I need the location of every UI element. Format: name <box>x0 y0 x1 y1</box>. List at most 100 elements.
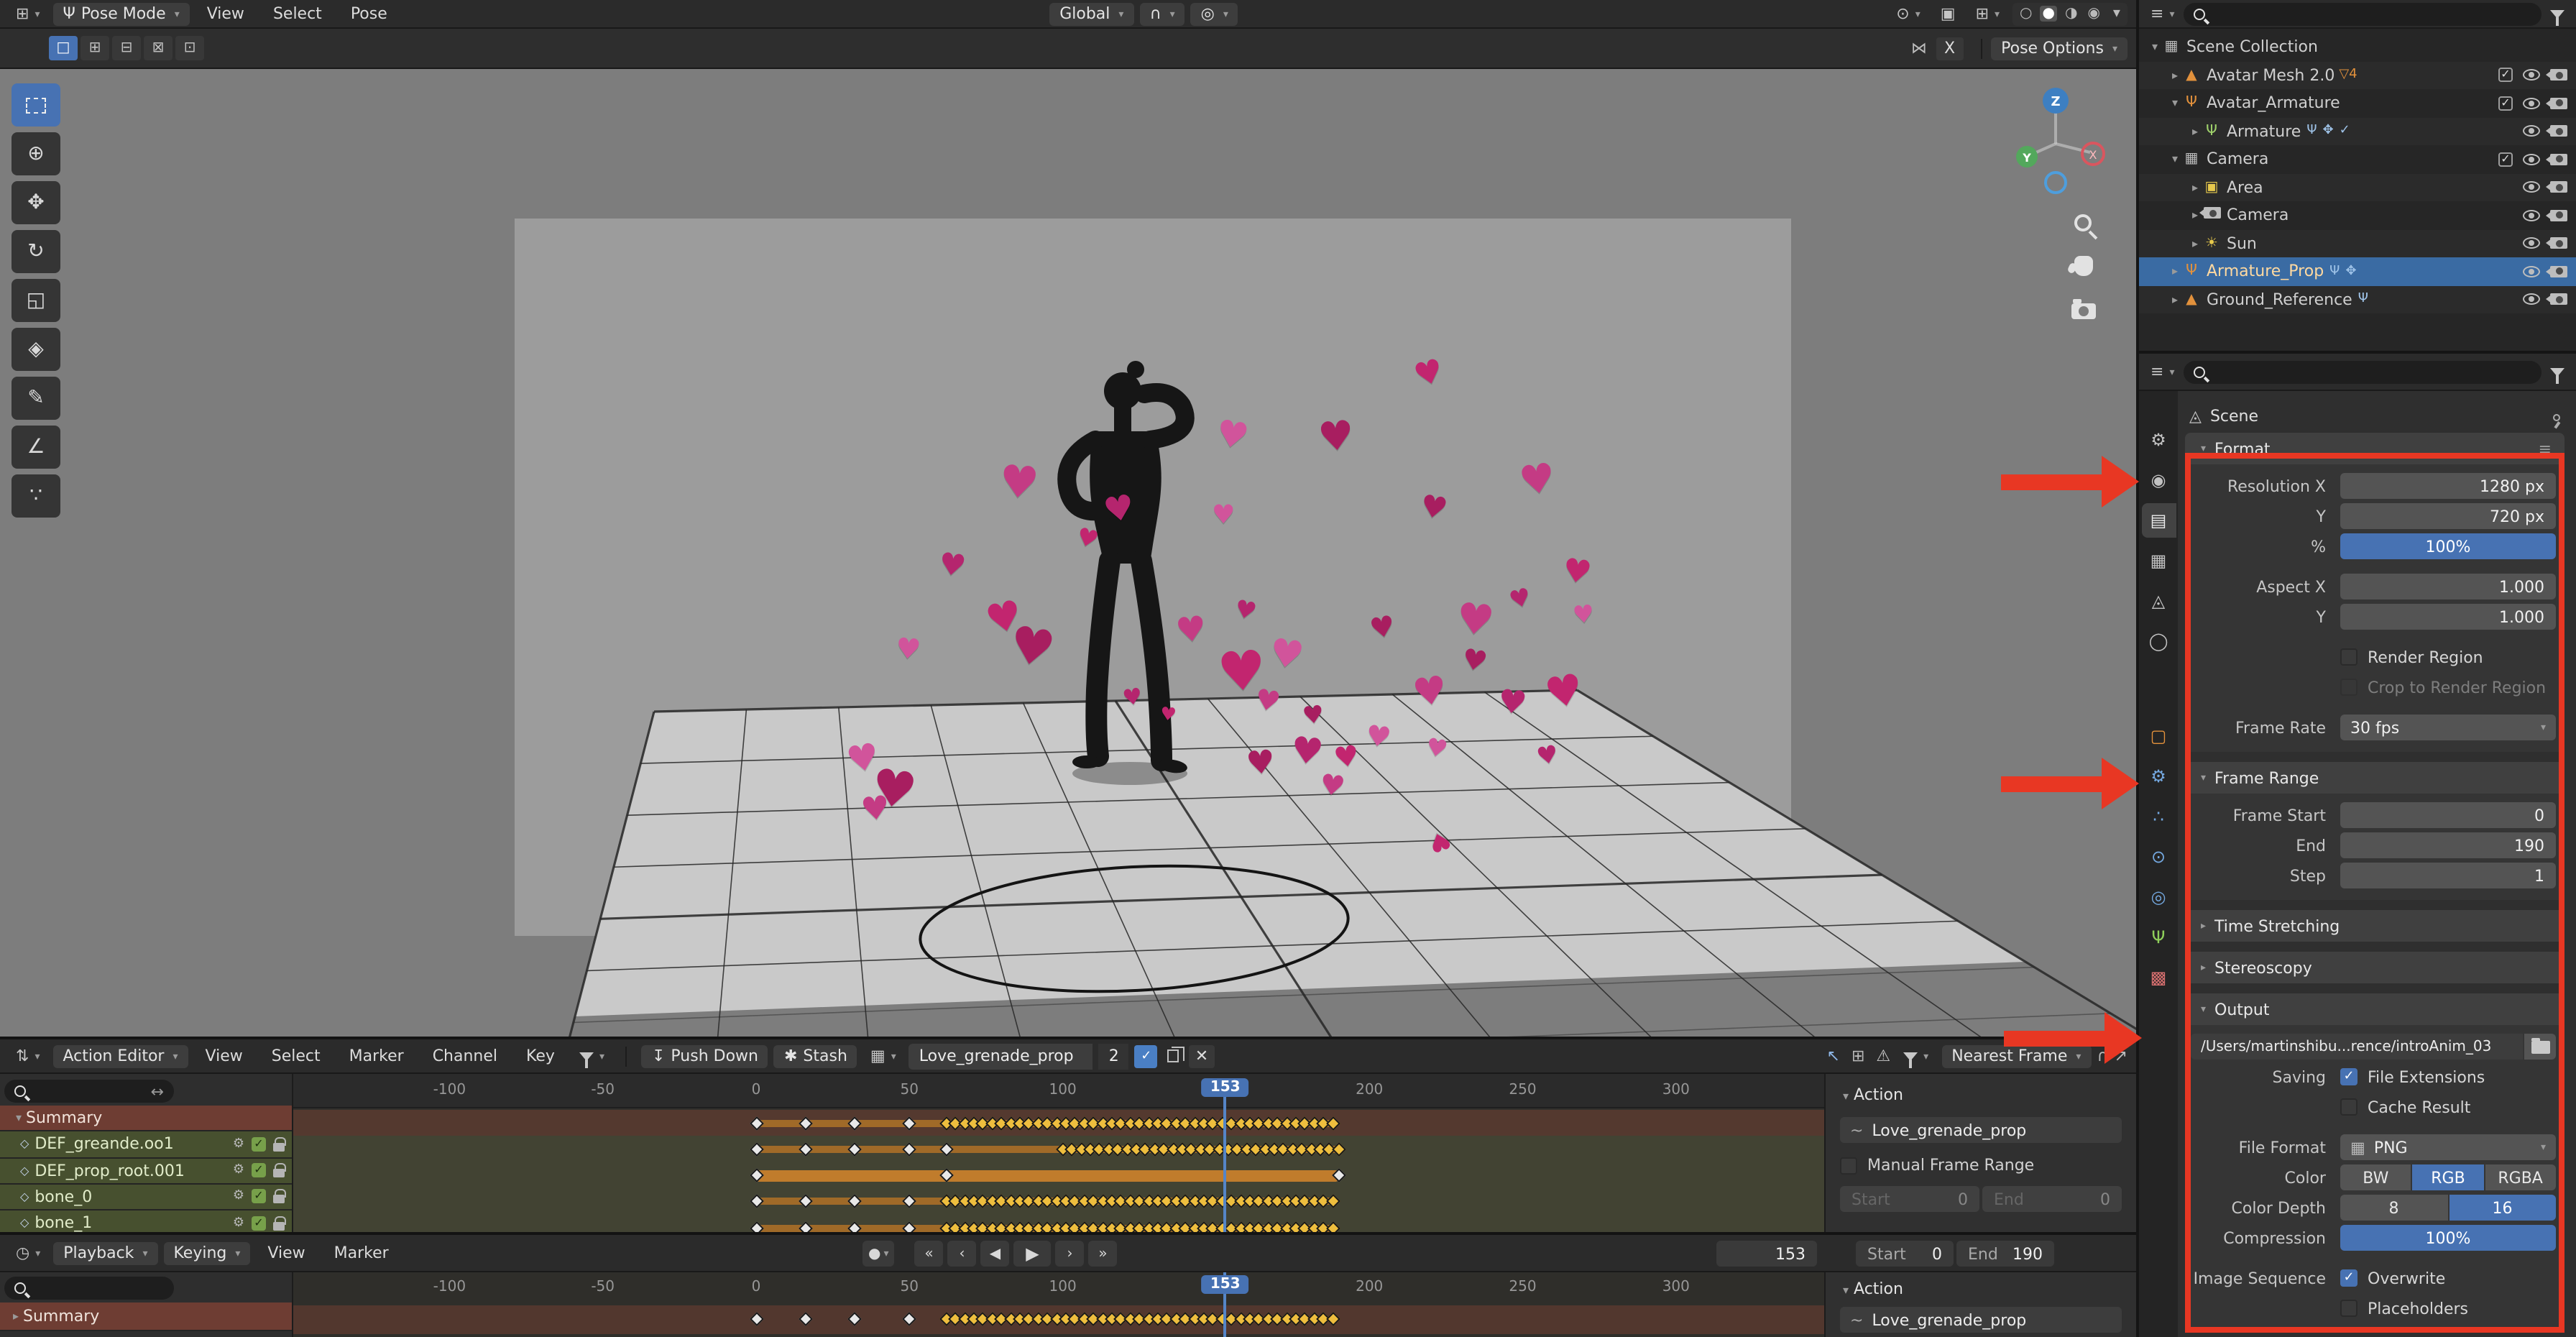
tool-scale[interactable]: ◱ <box>12 279 60 322</box>
action-name-field[interactable]: Love_grenade_prop <box>909 1043 1093 1069</box>
tool-cursor[interactable]: ⊕ <box>12 132 60 175</box>
playback-dropdown[interactable]: Playback▾ <box>53 1241 157 1264</box>
menu-pose[interactable]: Pose <box>339 4 399 23</box>
keyframe[interactable] <box>1332 1142 1346 1157</box>
channel-row-def-prop-root-001[interactable]: ◇DEF_prop_root.001⚙✓ <box>0 1158 292 1185</box>
tool-move[interactable]: ✥ <box>12 181 60 224</box>
outliner-editor-icon[interactable]: ≡▾ <box>2150 4 2174 23</box>
timeline-summary-channel[interactable]: ▸Summary <box>0 1302 292 1331</box>
keyframe[interactable] <box>1325 1312 1340 1326</box>
properties-tab-tool[interactable]: ⚙ <box>2141 423 2176 457</box>
ds-menu-view[interactable]: View <box>194 1047 254 1065</box>
action-panel-header[interactable]: ▾ Action <box>1840 1085 2122 1104</box>
keyframe[interactable] <box>749 1312 763 1326</box>
lock-icon[interactable] <box>273 1195 285 1204</box>
keyframe[interactable] <box>1325 1116 1340 1130</box>
disclosure-caret[interactable]: ▾ <box>2168 153 2182 166</box>
tl-menu-view[interactable]: View <box>256 1244 316 1262</box>
play-reverse-button[interactable]: ◀ <box>981 1241 1010 1267</box>
dopesheet-ruler[interactable]: -100-50050100200250300 <box>293 1074 1824 1108</box>
render-camera-icon[interactable] <box>2550 182 2567 193</box>
dopesheet-mode-dropdown[interactable]: Action Editor▾ <box>52 1044 188 1067</box>
properties-tab-data[interactable]: Ψ <box>2141 920 2176 955</box>
properties-tab-particles[interactable]: ∴ <box>2141 799 2176 834</box>
frame-end-field[interactable]: End190 <box>1956 1241 2054 1267</box>
tl-sidebar-action-field[interactable]: ~Love_grenade_prop <box>1840 1307 2122 1333</box>
outliner-row-armature-prop[interactable]: ▸ΨArmature_PropΨ✥ <box>2139 257 2576 285</box>
render-camera-icon[interactable] <box>2550 266 2567 277</box>
properties-tab-constraints[interactable]: ◎ <box>2141 880 2176 914</box>
keyframe[interactable] <box>749 1116 763 1130</box>
key-lane-def-prop-root-001[interactable] <box>293 1162 1824 1189</box>
pose-options-dropdown[interactable]: Pose Options▾ <box>1991 37 2128 60</box>
fake-user-shield-toggle[interactable]: ✓ <box>1135 1044 1158 1067</box>
hide-eye-icon[interactable] <box>2523 182 2540 193</box>
outliner-filter-icon[interactable] <box>2550 9 2564 18</box>
hide-eye-icon[interactable] <box>2523 154 2540 165</box>
current-frame-field[interactable]: 153 <box>1716 1241 1817 1267</box>
3d-viewport[interactable]: ♥♥♥♥♥♥♥♥♥♥♥♥♥♥♥♥♥♥♥♥♥♥♥♥♥♥♥♥♥♥♥♥♥♥♥♥♥♥♥♥… <box>0 69 2136 1037</box>
push-down-button[interactable]: ↧Push Down <box>642 1044 768 1067</box>
menu-view[interactable]: View <box>196 4 256 23</box>
lock-icon[interactable] <box>273 1143 285 1152</box>
properties-tab-view-layer[interactable]: ▦ <box>2141 543 2176 578</box>
shading-solid-icon[interactable]: ● <box>2040 6 2058 22</box>
disclosure-caret[interactable]: ▸ <box>2188 125 2202 138</box>
properties-tab-scene[interactable]: ◬ <box>2141 584 2176 618</box>
tool-rotate[interactable]: ↻ <box>12 230 60 273</box>
ds-menu-key[interactable]: Key <box>515 1047 566 1065</box>
tool-breakdowner[interactable]: ∵ <box>12 474 60 518</box>
keyframe[interactable] <box>798 1195 812 1209</box>
keyframe[interactable] <box>749 1221 763 1232</box>
tl-action-panel-header[interactable]: ▾ Action <box>1840 1279 2122 1298</box>
channel-enable-checkbox[interactable]: ✓ <box>252 1137 266 1152</box>
outliner-search-input[interactable] <box>2183 2 2542 25</box>
tool-transform[interactable]: ◈ <box>12 328 60 371</box>
outliner-row-avatar-armature[interactable]: ▾ΨAvatar_Armature✓ <box>2139 89 2576 117</box>
render-camera-icon[interactable] <box>2550 126 2567 137</box>
ds-warning-icon[interactable]: ⚠ <box>1876 1047 1890 1065</box>
shading-dropdown[interactable]: ▾ <box>2110 6 2123 22</box>
render-camera-icon[interactable] <box>2550 238 2567 249</box>
properties-editor-icon[interactable]: ≡▾ <box>2150 362 2174 381</box>
outliner-row-camera[interactable]: ▾▦Camera✓ <box>2139 145 2576 173</box>
lock-icon[interactable] <box>273 1221 285 1230</box>
keyframe[interactable] <box>798 1312 812 1326</box>
transform-orientation-dropdown[interactable]: Global▾ <box>1049 2 1133 25</box>
select-mode-0[interactable]: □ <box>49 36 78 60</box>
pan-button[interactable] <box>2067 250 2099 282</box>
select-mode-2[interactable]: ⊟ <box>112 36 141 60</box>
navigation-gizmo[interactable]: Z X Y <box>2001 81 2110 196</box>
frame-start-field[interactable]: Start0 <box>1856 1241 1954 1267</box>
ds-menu-marker[interactable]: Marker <box>338 1047 415 1065</box>
dopesheet-editor-icon[interactable]: ⇅▾ <box>9 1047 47 1065</box>
current-frame-badge[interactable]: 153 <box>1202 1078 1249 1097</box>
lock-icon[interactable] <box>273 1169 285 1177</box>
outliner-row-area[interactable]: ▸▣Area <box>2139 173 2576 201</box>
editor-type-icon[interactable]: ⊞▾ <box>9 4 47 23</box>
key-lane-bone-1[interactable] <box>293 1215 1824 1232</box>
keyframe[interactable] <box>847 1312 862 1326</box>
tool-select-box[interactable] <box>12 83 60 127</box>
outliner-row-sun[interactable]: ▸☀Sun <box>2139 229 2576 257</box>
driver-icon[interactable]: ⚙ <box>233 1163 244 1177</box>
ds-menu-channel[interactable]: Channel <box>421 1047 509 1065</box>
jump-to-start-button[interactable]: « <box>915 1241 944 1267</box>
properties-search-input[interactable] <box>2183 360 2542 383</box>
key-lane-summary[interactable] <box>293 1110 1824 1136</box>
select-mode-4[interactable]: ⊡ <box>175 36 204 60</box>
keyframe[interactable] <box>847 1142 862 1157</box>
prev-keyframe-button[interactable]: ‹ <box>948 1241 977 1267</box>
action-users-badge[interactable]: 2 <box>1099 1043 1129 1069</box>
keyframe[interactable] <box>902 1195 916 1209</box>
overlays-toggle[interactable]: ⊞▾ <box>1969 4 2007 23</box>
properties-tab-object[interactable]: ▢ <box>2141 719 2176 753</box>
key-lane-def-greande-oo1[interactable] <box>293 1136 1824 1163</box>
sidebar-action-field[interactable]: ~Love_grenade_prop <box>1840 1117 2122 1143</box>
properties-tab-render[interactable]: ◉ <box>2141 463 2176 497</box>
disclosure-caret[interactable]: ▸ <box>2168 265 2182 278</box>
timeline-search-input[interactable] <box>4 1277 174 1300</box>
render-camera-icon[interactable] <box>2550 154 2567 165</box>
select-mode-1[interactable]: ⊞ <box>80 36 109 60</box>
timeline-summary-lane[interactable] <box>293 1305 1824 1334</box>
